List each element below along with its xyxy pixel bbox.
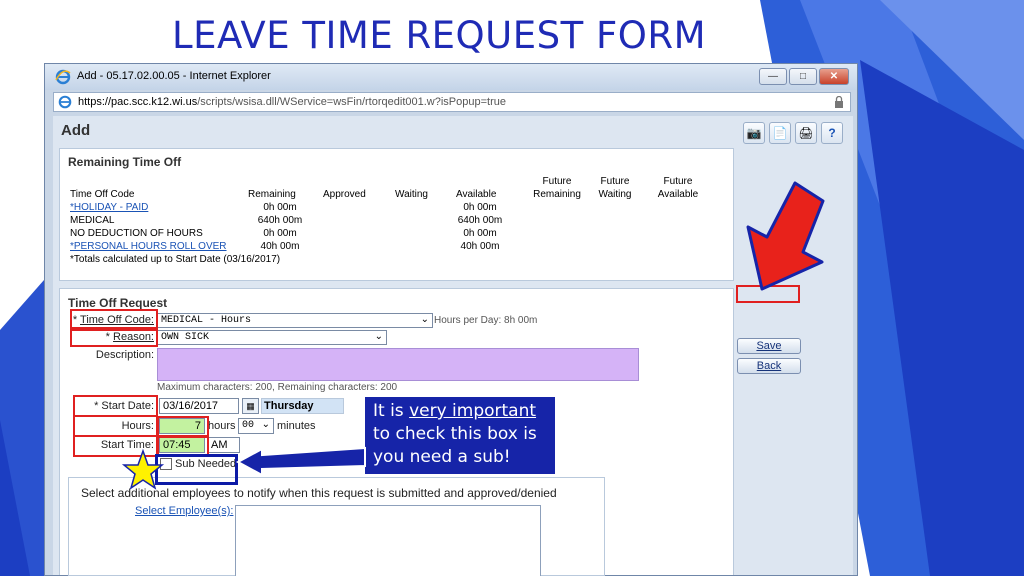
remaining-value: 0h 00m [263, 228, 297, 239]
url-domain: k12.wi.us [151, 96, 198, 108]
callout-line-3: you need a sub! [373, 447, 511, 467]
future-available-header-bottom: Available [657, 189, 699, 200]
camera-icon[interactable]: 📷 [743, 122, 765, 144]
reason-highlight [70, 327, 158, 347]
time-off-code-select[interactable]: MEDICAL - Hours ⌄ [157, 313, 433, 328]
callout-emphasis: very important [409, 401, 537, 421]
close-button[interactable]: ✕ [819, 68, 849, 85]
back-button-label: Back [756, 360, 782, 372]
url-text: https://pac.scc.k12.wi.us/scripts/wsisa.… [78, 96, 506, 108]
browser-window-title: Add - 05.17.02.00.05 - Internet Explorer [77, 70, 271, 82]
column-header-remaining: Remaining [248, 189, 296, 200]
url-path: /scripts/wsisa.dll/WService=wsFin/rtorqe… [197, 96, 506, 108]
future-remaining-header-top: Future [542, 176, 572, 187]
address-bar[interactable]: https://pac.scc.k12.wi.us/scripts/wsisa.… [53, 92, 851, 112]
chevron-down-icon: ⌄ [374, 331, 383, 342]
minutes-value: 00 [242, 420, 255, 431]
time-off-code-link[interactable]: *HOLIDAY - PAID [70, 202, 148, 213]
column-header-available: Available [456, 189, 497, 200]
save-highlight [736, 285, 800, 303]
start-time-value-highlight [157, 435, 209, 456]
time-off-code: NO DEDUCTION OF HOURS [70, 228, 203, 239]
calendar-icon[interactable]: ▦ [242, 398, 259, 414]
minutes-unit: minutes [277, 420, 316, 432]
sub-needed-highlight [155, 454, 238, 485]
time-off-code: MEDICAL [70, 215, 115, 226]
day-of-week: Thursday [261, 398, 344, 414]
browser-titlebar: Add - 05.17.02.00.05 - Internet Explorer… [45, 64, 857, 90]
hours-unit: hours [208, 420, 236, 432]
callout-line-2: to check this box is [373, 424, 537, 444]
selected-employees-list[interactable] [235, 505, 541, 576]
print-icon[interactable]: 🖨 [795, 122, 817, 144]
remaining-time-off-title: Remaining Time Off [68, 155, 182, 169]
callout-line-1: It is very important [373, 400, 547, 423]
description-field[interactable] [157, 348, 639, 381]
totals-footnote: *Totals calculated up to Start Date (03/… [70, 254, 281, 265]
internet-explorer-icon [55, 69, 71, 85]
available-value: 640h 00m [457, 215, 503, 226]
time-off-code-value: MEDICAL - Hours [161, 315, 252, 326]
available-value: 40h 00m [460, 241, 500, 252]
hours-highlight [73, 415, 158, 437]
chevron-down-icon: ⌄ [261, 419, 270, 430]
am-pm-field[interactable]: AM [207, 437, 240, 453]
future-available-header-top: Future [663, 176, 693, 187]
minutes-select[interactable]: 00 ⌄ [238, 418, 274, 434]
remaining-value: 0h 00m [263, 202, 297, 213]
time-off-request-title: Time Off Request [68, 296, 168, 310]
maximize-button[interactable]: □ [789, 68, 817, 85]
start-date-field[interactable]: 03/16/2017 [159, 398, 239, 414]
column-header-waiting: Waiting [395, 189, 428, 200]
future-waiting-header-bottom: Waiting [598, 189, 632, 200]
lock-icon [835, 96, 843, 108]
instruction-callout: It is very important to check this box i… [365, 397, 555, 474]
back-button[interactable]: Back [737, 358, 801, 374]
page-heading: Add [61, 122, 91, 139]
minimize-button[interactable]: — [759, 68, 787, 85]
remaining-value: 40h 00m [260, 241, 300, 252]
hours-per-day: Hours per Day: 8h 00m [434, 315, 538, 326]
column-header-code: Time Off Code [70, 189, 135, 200]
url-prefix: https://pac.scc. [78, 96, 152, 108]
internet-explorer-icon [58, 95, 72, 109]
callout-prefix: It is [373, 401, 410, 421]
time-off-code-link[interactable]: *PERSONAL HOURS ROLL OVER [70, 241, 227, 252]
description-label: Description: [95, 349, 154, 361]
notify-instructions: Select additional employees to notify wh… [81, 486, 557, 500]
future-waiting-header-top: Future [600, 176, 630, 187]
save-button[interactable]: Save [737, 338, 801, 354]
max-characters-note: Maximum characters: 200, Remaining chara… [157, 382, 398, 393]
save-button-label: Save [756, 340, 782, 352]
remaining-value: 640h 00m [257, 215, 303, 226]
chevron-down-icon: ⌄ [420, 314, 429, 325]
notify-employees-panel: Select additional employees to notify wh… [68, 477, 605, 576]
start-date-highlight [73, 395, 158, 417]
start-time-highlight [73, 435, 158, 457]
reason-value: OWN SICK [161, 332, 210, 343]
note-icon[interactable]: 📄 [769, 122, 791, 144]
column-header-approved: Approved [323, 189, 366, 200]
slide-title: LEAVE TIME REQUEST FORM [172, 14, 707, 57]
toolbar: 📷 📄 🖨 ? [743, 122, 843, 144]
select-employees-link[interactable]: Select Employee(s): [135, 505, 233, 517]
available-value: 0h 00m [463, 228, 497, 239]
reason-select[interactable]: OWN SICK ⌄ [157, 330, 387, 345]
available-value: 0h 00m [463, 202, 497, 213]
help-icon[interactable]: ? [821, 122, 843, 144]
remaining-time-off-panel: Remaining Time Off Future Remaining Futu… [59, 148, 734, 281]
